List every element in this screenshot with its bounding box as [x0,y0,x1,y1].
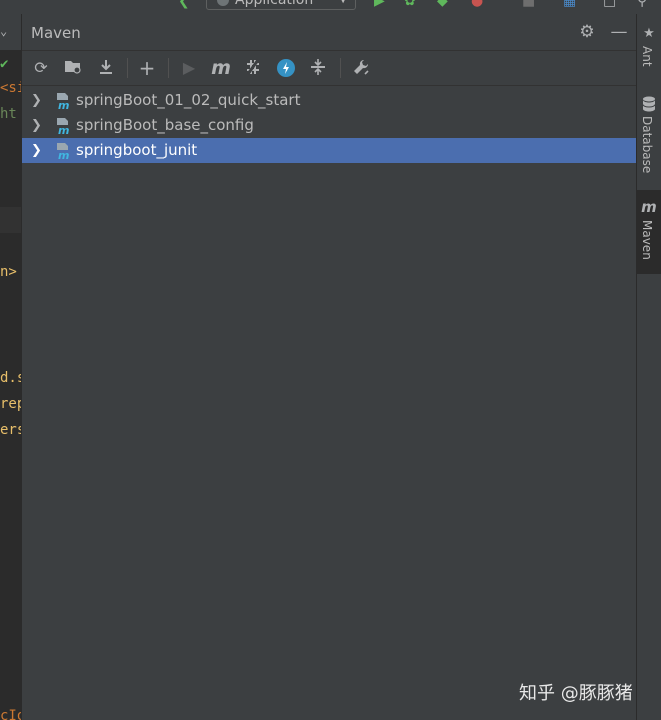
toolbar-separator [168,58,169,78]
run-configuration-selector[interactable]: Application ▼ [206,0,356,10]
debug-icon[interactable]: ✿ [404,0,416,8]
right-tool-stripe: ★ Ant Database m Maven [636,14,661,720]
build-tools-settings-icon[interactable] [351,58,371,78]
list-item[interactable]: ❯ m springboot_junit [22,138,636,163]
project-name: springBoot_base_config [76,116,254,134]
maven-tool-window: Maven ⚙ — ⟳ + ▶ m ❯ m springBoot_01_02_q… [21,14,636,720]
maven-title: Maven [31,24,81,42]
list-item[interactable]: ❯ m springBoot_base_config [22,113,636,138]
code-line: cIo [0,708,21,720]
code-line: ht [0,106,17,122]
project-name: springboot_junit [76,141,198,159]
current-line-highlight [0,207,21,233]
code-line: <s​i [0,80,21,96]
ant-label: Ant [640,46,654,67]
execute-goal-icon[interactable]: m [211,58,231,78]
chevron-right-icon[interactable]: ❯ [31,138,43,163]
code-line: n> [0,264,17,280]
database-tool-button[interactable]: Database [637,94,661,190]
gear-icon[interactable]: ⚙ [578,23,596,41]
minimize-icon[interactable]: — [610,23,628,41]
show-dependencies-icon[interactable] [308,58,328,78]
coverage-icon[interactable]: ◆ [437,0,448,8]
maven-header: Maven ⚙ — [22,14,636,51]
maven-module-icon: m [54,142,72,162]
project-name: springBoot_01_02_quick_start [76,91,301,109]
maven-label: Maven [640,220,654,260]
main-toolbar: ❮ Application ▼ ▶ ✿ ◆ ● ■ ▦ □ ⚲ [0,0,661,14]
editor-tab-strip: ⌄ [0,14,21,50]
chevron-down-icon: ▼ [339,0,347,11]
back-arrow-icon[interactable]: ❮ [178,0,190,8]
run-icon[interactable]: ▶ [179,58,199,78]
application-icon [217,0,229,6]
maven-tool-button[interactable]: m Maven [637,190,661,274]
maven-toolbar: ⟳ + ▶ m [22,50,636,86]
toggle-offline-icon[interactable] [243,58,263,78]
profile-icon[interactable]: ● [471,0,483,8]
code-editor[interactable]: ⌄ ✔ <s​i ht n> d.s rep ers cIo [0,14,21,720]
search-icon[interactable]: ⚲ [637,0,647,8]
watermark: 知乎 @豚豚猪 [519,683,633,704]
code-line: ers [0,422,21,438]
chevron-right-icon[interactable]: ❯ [31,113,43,138]
chevron-right-icon[interactable]: ❯ [31,88,43,113]
generate-sources-icon[interactable] [63,58,83,78]
ant-icon: ★ [643,26,655,41]
svg-text:m: m [58,99,69,110]
maven-project-tree: ❯ m springBoot_01_02_quick_start ❯ m spr… [22,88,636,163]
svg-text:m: m [58,124,69,135]
stop-icon[interactable]: ■ [522,0,535,8]
reload-icon[interactable]: ⟳ [31,58,51,78]
project-structure-icon[interactable]: ▦ [563,0,576,8]
maven-icon: m [641,198,657,216]
code-line: d.s [0,370,21,386]
toolbar-separator [127,58,128,78]
database-icon [641,96,657,112]
ant-tool-button[interactable]: ★ Ant [637,22,661,84]
maven-module-icon: m [54,92,72,112]
add-icon[interactable]: + [137,58,157,78]
list-item[interactable]: ❯ m springBoot_01_02_quick_start [22,88,636,113]
run-config-label: Application [235,0,314,8]
checkmark-icon: ✔ [0,56,9,72]
svg-text:m: m [58,149,69,160]
maven-module-icon: m [54,117,72,137]
download-icon[interactable] [96,58,116,78]
skip-tests-icon[interactable] [276,58,296,78]
toolbar-separator [340,58,341,78]
run-icon[interactable]: ▶ [374,0,385,8]
database-label: Database [640,116,654,174]
chevron-down-icon[interactable]: ⌄ [0,24,7,38]
update-icon[interactable]: □ [603,0,616,8]
code-line: rep [0,396,21,412]
